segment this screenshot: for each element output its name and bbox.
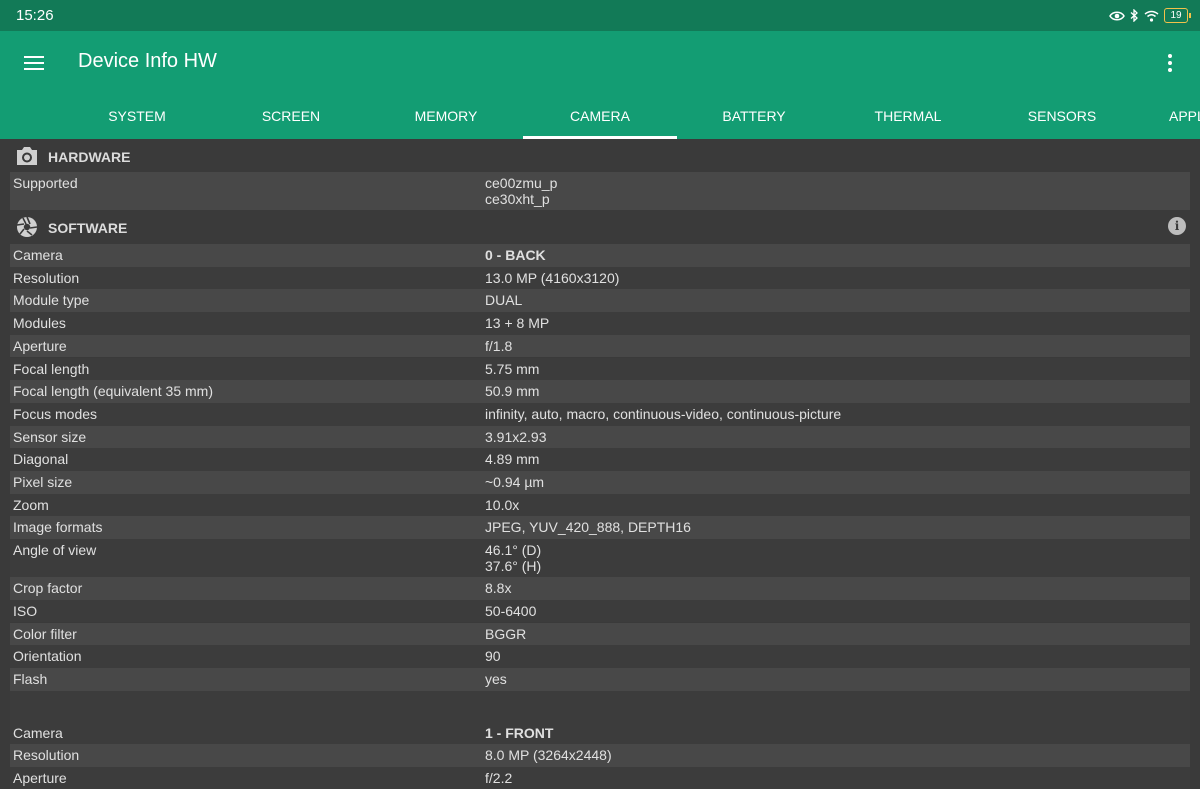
row-value: 46.1° (D) 37.6° (H) (485, 542, 542, 575)
row-key: Zoom (13, 496, 49, 513)
software-section-header: SOFTWARE i (10, 211, 1190, 243)
row-value: 8.0 MP (3264x2448) (485, 747, 612, 764)
battery-icon: 19 (1164, 8, 1191, 23)
row-key: Angle of view (13, 542, 97, 559)
row-key: ISO (13, 602, 38, 619)
row-value: f/2.2 (485, 770, 513, 786)
row-value: 90 (485, 648, 501, 665)
bluetooth-icon (1130, 9, 1138, 22)
row-value: infinity, auto, macro, continuous-video,… (485, 405, 842, 422)
row-key: Aperture (13, 770, 67, 786)
row-key: Pixel size (13, 474, 73, 490)
row-value: 1 - FRONT (485, 724, 554, 741)
row-value: ce00zmu_p ce30xht_p (485, 175, 558, 207)
row-key: Crop factor (13, 580, 83, 597)
tab-camera[interactable]: CAMERA (523, 97, 677, 139)
tab-apps[interactable]: APPL (1169, 97, 1200, 139)
row-value: 8.8x (485, 580, 512, 597)
row-value: BGGR (485, 625, 527, 642)
tab-screen[interactable]: SCREEN (214, 97, 368, 139)
list-item: Camera 0 - BACK (10, 244, 1190, 267)
list-item: Color filter BGGR (10, 622, 1190, 646)
row-value: yes (485, 670, 507, 687)
app-bar: Device Info HW SYSTEM SCREEN MEMORY CAME… (0, 31, 1200, 139)
row-key: Focus modes (13, 405, 98, 422)
list-item: Orientation 90 (10, 645, 1190, 668)
row-key: Flash (13, 670, 48, 687)
info-icon[interactable]: i (1168, 217, 1186, 235)
camera-info-list[interactable]: HARDWARE Supported ce00zmu_p ce30xht_p SO… (0, 139, 1200, 789)
list-item: Diagonal 4.89 mm (10, 448, 1190, 471)
tab-battery[interactable]: BATTERY (677, 97, 831, 139)
row-value: DUAL (485, 292, 523, 309)
list-item: Module type DUAL (10, 289, 1190, 313)
row-value: 50.9 mm (485, 383, 540, 400)
row-value: 0 - BACK (485, 247, 546, 263)
status-icons: 19 (1109, 8, 1191, 23)
eye-icon (1109, 11, 1125, 20)
row-key: Orientation (13, 648, 82, 665)
row-value: ~0.94 µm (485, 474, 545, 490)
row-key: Supported (13, 175, 78, 191)
row-key: Image formats (13, 519, 103, 536)
row-key: Sensor size (13, 428, 87, 445)
row-key: Color filter (13, 625, 77, 642)
list-item: Crop factor 8.8x (10, 577, 1190, 600)
list-item: ISO 50-6400 (10, 599, 1190, 623)
row-value: 13.0 MP (4160x3120) (485, 269, 620, 286)
tab-thermal[interactable]: THERMAL (831, 97, 985, 139)
app-title: Device Info HW (78, 50, 217, 72)
list-item: Image formats JPEG, YUV_420_888, DEPTH16 (10, 516, 1190, 540)
row-key: Modules (13, 315, 66, 332)
list-item: Zoom 10.0x (10, 493, 1190, 517)
tab-system[interactable]: SYSTEM (60, 97, 214, 139)
list-item: Pixel size ~0.94 µm (10, 471, 1190, 494)
wifi-icon (1144, 10, 1159, 22)
row-key: Camera (13, 724, 63, 741)
hardware-section-header: HARDWARE (10, 140, 1190, 172)
row-key: Aperture (13, 337, 67, 354)
row-value: 13 + 8 MP (485, 315, 550, 332)
row-value: JPEG, YUV_420_888, DEPTH16 (485, 519, 691, 536)
list-item: Sensor size 3.91x2.93 (10, 425, 1190, 449)
status-bar: 15:26 19 (0, 0, 1200, 31)
row-key: Focal length (equivalent 35 mm) (13, 383, 213, 400)
row-key: Diagonal (13, 451, 69, 468)
tab-sensors[interactable]: SENSORS (985, 97, 1139, 139)
row-value: 10.0x (485, 496, 520, 513)
list-item: Aperture f/2.2 (10, 767, 1190, 789)
list-item: Aperture f/1.8 (10, 334, 1190, 358)
more-options-icon[interactable] (1160, 51, 1180, 75)
row-key: Focal length (13, 360, 90, 377)
hardware-title: HARDWARE (48, 149, 131, 165)
row-value: 5.75 mm (485, 360, 540, 377)
list-item: Angle of view 46.1° (D) 37.6° (H) (10, 539, 1190, 578)
row-value: 4.89 mm (485, 451, 540, 468)
list-item: Modules 13 + 8 MP (10, 312, 1190, 335)
tab-bar: SYSTEM SCREEN MEMORY CAMERA BATTERY THER… (0, 97, 1200, 139)
list-item: Focal length (equivalent 35 mm) 50.9 mm (10, 380, 1190, 403)
row-value: 50-6400 (485, 602, 537, 619)
software-title: SOFTWARE (48, 220, 128, 236)
row-value: f/1.8 (485, 337, 513, 354)
aperture-icon (16, 216, 38, 237)
status-time: 15:26 (16, 7, 54, 24)
row-key: Resolution (13, 747, 80, 764)
list-item: Camera 1 - FRONT (10, 721, 1190, 745)
list-item: Resolution 8.0 MP (3264x2448) (10, 744, 1190, 767)
row-key: Resolution (13, 269, 80, 286)
list-item: Flash yes (10, 667, 1190, 691)
list-item: Focal length 5.75 mm (10, 357, 1190, 381)
list-item: Focus modes infinity, auto, macro, contin… (10, 402, 1190, 426)
separator (10, 690, 1190, 722)
menu-button[interactable] (24, 53, 46, 73)
row-value: 3.91x2.93 (485, 428, 547, 445)
row-key: Module type (13, 292, 90, 309)
list-item: Resolution 13.0 MP (4160x3120) (10, 266, 1190, 290)
tab-memory[interactable]: MEMORY (369, 97, 523, 139)
list-item: Supported ce00zmu_p ce30xht_p (10, 172, 1190, 210)
row-key: Camera (13, 247, 63, 263)
camera-icon (17, 147, 37, 165)
